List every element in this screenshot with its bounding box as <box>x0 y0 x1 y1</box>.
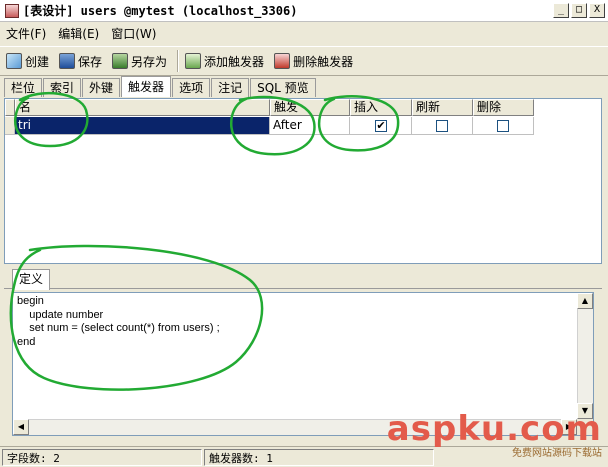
window-title: [表设计] users @mytest (localhost_3306) <box>23 4 298 18</box>
maximize-button[interactable]: □ <box>571 3 587 18</box>
toolbar-separator <box>177 50 180 72</box>
minimize-button[interactable]: _ <box>553 3 569 18</box>
tab-foreign-keys[interactable]: 外键 <box>82 78 121 97</box>
column-header-timing[interactable]: 触发 <box>270 99 350 116</box>
tab-indexes[interactable]: 索引 <box>43 78 82 97</box>
column-header-name[interactable]: 名 <box>15 99 270 116</box>
menu-bar: 文件(F) 编辑(E) 窗口(W) <box>0 23 608 43</box>
row-indicator-header <box>5 99 15 116</box>
table-row[interactable]: tri After ✔ <box>5 117 534 135</box>
save-icon <box>59 53 76 69</box>
menu-file[interactable]: 文件(F) <box>6 25 46 42</box>
window-controls: _ □ X <box>553 3 605 18</box>
tab-options[interactable]: 选项 <box>172 78 211 97</box>
definition-tabbar: 定义 <box>4 267 602 290</box>
add-trigger-button[interactable]: 添加触发器 <box>185 53 264 70</box>
watermark-brand: aspku.com <box>386 409 602 449</box>
delete-checkbox[interactable] <box>497 120 509 132</box>
column-header-insert[interactable]: 插入 <box>350 99 412 116</box>
delete-trigger-label: 删除触发器 <box>293 54 354 69</box>
delete-cell <box>473 117 534 135</box>
trigger-body-code[interactable]: begin update number set num = (select co… <box>17 295 220 349</box>
table-design-icon <box>5 3 19 18</box>
column-header-update[interactable]: 刷新 <box>412 99 473 116</box>
trigger-timing-cell[interactable]: After <box>270 117 350 135</box>
tab-fields[interactable]: 栏位 <box>4 78 43 97</box>
design-tabs: 栏位 索引 外键 触发器 选项 注记 SQL 预览 <box>4 76 317 98</box>
tab-sql-preview[interactable]: SQL 预览 <box>250 78 316 97</box>
row-indicator <box>5 117 15 135</box>
watermark-logo: aspku.com 免费网站源码下载站 <box>387 412 602 459</box>
add-trigger-icon <box>185 53 202 69</box>
scroll-up-icon[interactable]: ▲ <box>577 293 593 309</box>
field-count-status: 字段数: 2 <box>2 448 202 466</box>
toolbar: 创建 保存 另存为 添加触发器 删除触发器 <box>0 46 608 76</box>
close-button[interactable]: X <box>589 3 605 18</box>
create-label: 创建 <box>25 54 50 69</box>
vertical-scrollbar[interactable]: ▲ ▼ <box>577 293 593 419</box>
create-button[interactable]: 创建 <box>6 53 49 70</box>
grid-header: 名 触发 插入 刷新 删除 <box>5 99 534 116</box>
update-cell <box>412 117 473 135</box>
trigger-grid: 名 触发 插入 刷新 删除 tri After ✔ <box>4 98 602 264</box>
scroll-left-icon[interactable]: ◀ <box>13 419 29 435</box>
save-as-icon <box>112 53 129 69</box>
save-as-button[interactable]: 另存为 <box>112 53 167 70</box>
create-icon <box>6 53 22 69</box>
save-as-label: 另存为 <box>131 54 168 69</box>
trigger-name-cell[interactable]: tri <box>15 117 270 135</box>
add-trigger-label: 添加触发器 <box>204 54 265 69</box>
tab-comment[interactable]: 注记 <box>211 78 250 97</box>
insert-checkbox[interactable]: ✔ <box>375 120 387 132</box>
tab-definition[interactable]: 定义 <box>12 269 51 290</box>
menu-edit[interactable]: 编辑(E) <box>58 25 99 42</box>
title-bar: [表设计] users @mytest (localhost_3306) _ □… <box>0 0 608 22</box>
insert-cell: ✔ <box>350 117 412 135</box>
update-checkbox[interactable] <box>436 120 448 132</box>
delete-trigger-button[interactable]: 删除触发器 <box>274 53 353 70</box>
delete-trigger-icon <box>274 53 291 69</box>
save-button[interactable]: 保存 <box>59 53 102 70</box>
column-header-delete[interactable]: 删除 <box>473 99 534 116</box>
tab-triggers[interactable]: 触发器 <box>121 76 172 97</box>
menu-window[interactable]: 窗口(W) <box>111 25 156 42</box>
save-label: 保存 <box>78 54 103 69</box>
